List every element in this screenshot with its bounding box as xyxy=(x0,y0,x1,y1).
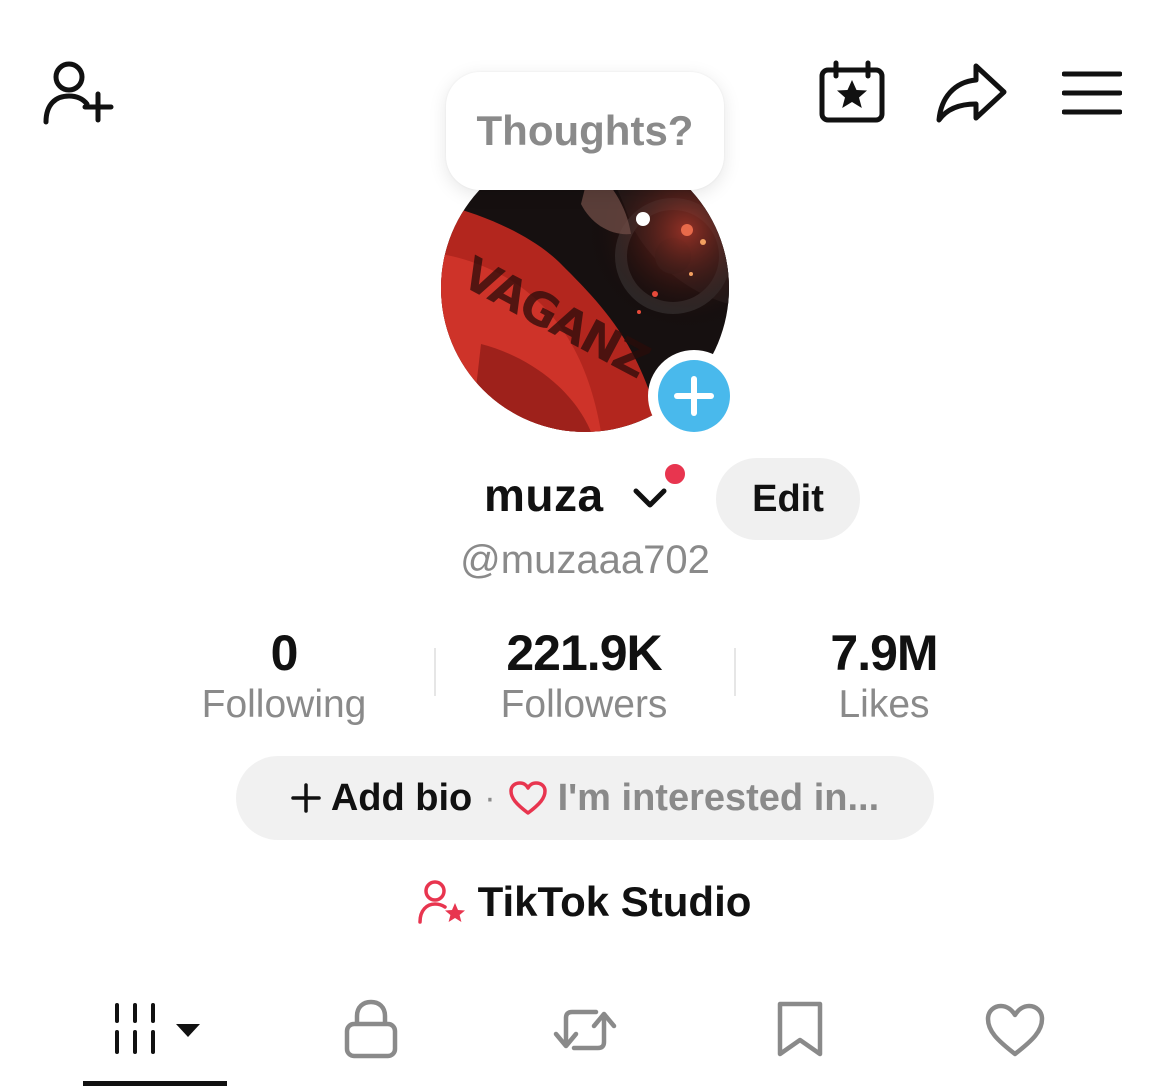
grid-icon xyxy=(115,1003,200,1054)
edit-profile-button[interactable]: Edit xyxy=(716,458,860,540)
username-handle: @muzaaa702 xyxy=(0,538,1169,583)
thoughts-bubble[interactable]: Thoughts? xyxy=(446,72,724,190)
plus-icon xyxy=(658,360,730,432)
menu-icon[interactable] xyxy=(1062,70,1122,116)
tab-reposts[interactable] xyxy=(552,1000,618,1060)
tab-favorites[interactable] xyxy=(776,1000,824,1058)
heart-outline-icon xyxy=(508,781,547,815)
followers-label: Followers xyxy=(500,683,668,726)
interests-button[interactable]: I'm interested in... xyxy=(508,776,880,820)
thoughts-text: Thoughts? xyxy=(476,107,694,154)
likes-label: Likes xyxy=(838,683,930,726)
handle-text: @muzaaa702 xyxy=(460,538,710,582)
following-count: 0 xyxy=(270,625,299,681)
interests-label: I'm interested in... xyxy=(557,776,880,819)
lock-icon xyxy=(344,999,398,1059)
tiktok-studio-label: TikTok Studio xyxy=(477,878,752,925)
bookmark-icon xyxy=(777,1001,823,1057)
tab-private[interactable] xyxy=(342,998,400,1060)
followers-count: 221.9K xyxy=(506,625,662,681)
creator-star-icon xyxy=(417,880,465,924)
stat-following[interactable]: 0 Following xyxy=(134,622,434,728)
bio-pill: Add bio · I'm interested in... xyxy=(236,756,934,840)
plus-icon xyxy=(291,783,321,813)
repost-icon xyxy=(553,1009,617,1051)
notification-dot xyxy=(662,461,688,487)
add-friend-icon[interactable] xyxy=(42,60,114,126)
active-tab-indicator xyxy=(83,1081,227,1086)
add-bio-button[interactable]: Add bio xyxy=(291,777,472,820)
heart-icon xyxy=(985,1003,1045,1057)
stat-likes[interactable]: 7.9M Likes xyxy=(734,622,1034,728)
bio-separator: · xyxy=(484,778,496,817)
tiktok-studio-link[interactable]: TikTok Studio xyxy=(0,878,1169,926)
add-bio-label: Add bio xyxy=(330,776,473,819)
stat-followers[interactable]: 221.9K Followers xyxy=(434,622,734,728)
add-avatar-button[interactable] xyxy=(648,350,740,442)
tab-videos[interactable] xyxy=(112,1002,204,1058)
following-label: Following xyxy=(201,683,367,726)
likes-count: 7.9M xyxy=(830,625,938,681)
display-name[interactable]: muza xyxy=(484,468,604,522)
bubble-tail-dot xyxy=(636,212,650,226)
edit-label: Edit xyxy=(752,477,824,520)
share-icon[interactable] xyxy=(936,62,1008,124)
calendar-star-icon[interactable] xyxy=(818,60,886,124)
chevron-down-icon[interactable] xyxy=(632,486,668,515)
tab-liked[interactable] xyxy=(984,1002,1046,1058)
